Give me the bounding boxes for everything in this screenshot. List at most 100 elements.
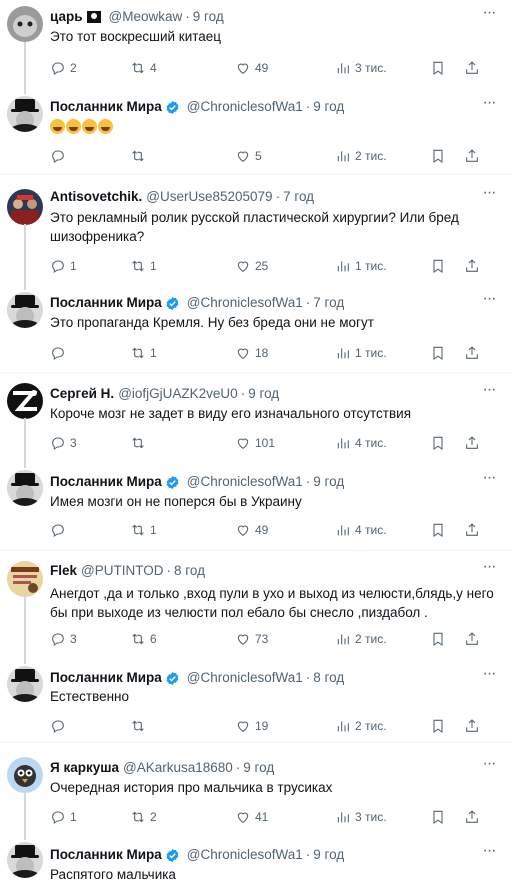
timestamp[interactable]: 7 год	[283, 188, 314, 206]
views-button[interactable]: 2 тис.	[335, 148, 430, 164]
reply-button[interactable]: 2	[50, 60, 120, 76]
avatar[interactable]	[7, 757, 43, 793]
avatar[interactable]	[7, 470, 43, 506]
tweet[interactable]: Посланник Мира @ChroniclesofWa1 · 8 год ··· Е…	[0, 596, 512, 742]
tweet[interactable]: Flek @PUTINTOD · 8 год ··· Анегдот ,да и толь…	[0, 550, 512, 661]
user-handle[interactable]: @ChroniclesofWa1	[187, 294, 303, 312]
user-handle[interactable]: @ChroniclesofWa1	[187, 98, 303, 116]
more-options-icon[interactable]: ···	[480, 470, 498, 490]
like-button[interactable]: 73	[235, 631, 335, 647]
like-button[interactable]: 101	[235, 435, 335, 451]
user-handle[interactable]: @ChroniclesofWa1	[187, 669, 303, 687]
timestamp[interactable]: 7 год	[313, 294, 344, 312]
avatar[interactable]	[7, 189, 43, 225]
display-name[interactable]: Посланник Мира	[50, 294, 162, 312]
display-name[interactable]: Я каркуша	[50, 759, 119, 777]
display-name[interactable]: Flek	[50, 562, 77, 580]
more-options-icon[interactable]: ···	[480, 843, 498, 863]
timestamp[interactable]: 9 год	[243, 759, 274, 777]
display-name[interactable]: царь	[50, 8, 83, 26]
share-button[interactable]	[464, 522, 484, 538]
views-button[interactable]: 4 тис.	[335, 435, 430, 451]
display-name[interactable]: Посланник Мира	[50, 473, 162, 491]
display-name[interactable]: Посланник Мира	[50, 98, 162, 116]
tweet[interactable]: Посланник Мира @ChroniclesofWa1 · 9 год ··· Р…	[0, 792, 512, 882]
share-button[interactable]	[464, 809, 484, 825]
bookmark-button[interactable]	[430, 148, 450, 164]
more-options-icon[interactable]: ···	[480, 5, 498, 25]
timestamp[interactable]: 9 год	[193, 8, 224, 26]
user-handle[interactable]: @Meowkaw	[109, 8, 183, 26]
bookmark-button[interactable]	[430, 718, 450, 734]
retweet-button[interactable]	[120, 435, 235, 451]
display-name[interactable]: Посланник Мира	[50, 669, 162, 687]
share-button[interactable]	[464, 345, 484, 361]
reply-button[interactable]: 1	[50, 258, 120, 274]
bookmark-button[interactable]	[430, 258, 450, 274]
retweet-button[interactable]	[120, 148, 235, 164]
views-button[interactable]: 3 тис.	[335, 809, 430, 825]
tweet[interactable]: Сергей Н. @iofjGjUAZK2veU0 · 9 год ··· Короче…	[0, 372, 512, 463]
reply-button[interactable]	[50, 522, 120, 538]
user-handle[interactable]: @PUTINTOD	[81, 562, 163, 580]
avatar[interactable]	[7, 292, 43, 328]
like-button[interactable]: 41	[235, 809, 335, 825]
display-name[interactable]: Antisovetchik.	[50, 188, 142, 206]
avatar[interactable]	[7, 96, 43, 132]
bookmark-button[interactable]	[430, 60, 450, 76]
share-button[interactable]	[464, 631, 484, 647]
user-handle[interactable]: @ChroniclesofWa1	[187, 473, 303, 491]
user-handle[interactable]: @AKarkusa18680	[123, 759, 233, 777]
like-button[interactable]: 49	[235, 522, 335, 538]
views-button[interactable]: 4 тис.	[335, 522, 430, 538]
retweet-button[interactable]: 1	[120, 345, 235, 361]
views-button[interactable]: 2 тис.	[335, 631, 430, 647]
more-options-icon[interactable]: ···	[480, 291, 498, 311]
tweet[interactable]: Antisovetchik. @UserUse85205079 · 7 год ··· Э…	[0, 174, 512, 283]
retweet-button[interactable]: 1	[120, 522, 235, 538]
retweet-button[interactable]: 2	[120, 809, 235, 825]
more-options-icon[interactable]: ···	[480, 382, 498, 402]
share-button[interactable]	[464, 435, 484, 451]
reply-button[interactable]: 3	[50, 631, 120, 647]
tweet[interactable]: Посланник Мира @ChroniclesofWa1 · 9 год ··· И…	[0, 418, 512, 550]
like-button[interactable]: 49	[235, 60, 335, 76]
user-handle[interactable]: @ChroniclesofWa1	[187, 846, 303, 864]
share-button[interactable]	[464, 148, 484, 164]
tweet[interactable]: Посланник Мира @ChroniclesofWa1 · 9 год ··· 5…	[0, 42, 512, 174]
reply-button[interactable]: 1	[50, 809, 120, 825]
share-button[interactable]	[464, 60, 484, 76]
retweet-button[interactable]: 1	[120, 258, 235, 274]
bookmark-button[interactable]	[430, 345, 450, 361]
avatar[interactable]	[7, 666, 43, 702]
bookmark-button[interactable]	[430, 809, 450, 825]
tweet[interactable]: царь @Meowkaw · 9 год ··· Это тот воскресший …	[0, 0, 512, 88]
retweet-button[interactable]: 6	[120, 631, 235, 647]
avatar[interactable]	[7, 561, 43, 597]
retweet-button[interactable]	[120, 718, 235, 734]
bookmark-button[interactable]	[430, 522, 450, 538]
views-button[interactable]: 2 тис.	[335, 718, 430, 734]
more-options-icon[interactable]: ···	[480, 185, 498, 205]
bookmark-button[interactable]	[430, 435, 450, 451]
like-button[interactable]: 25	[235, 258, 335, 274]
like-button[interactable]: 19	[235, 718, 335, 734]
share-button[interactable]	[464, 718, 484, 734]
timestamp[interactable]: 9 год	[313, 846, 344, 864]
timestamp[interactable]: 9 год	[248, 385, 279, 403]
timestamp[interactable]: 9 год	[313, 473, 344, 491]
reply-button[interactable]	[50, 345, 120, 361]
more-options-icon[interactable]: ···	[480, 559, 498, 579]
views-button[interactable]: 1 тис.	[335, 258, 430, 274]
more-options-icon[interactable]: ···	[480, 756, 498, 776]
timestamp[interactable]: 9 год	[313, 98, 344, 116]
avatar[interactable]	[7, 6, 43, 42]
retweet-button[interactable]: 4	[120, 60, 235, 76]
more-options-icon[interactable]: ···	[480, 95, 498, 115]
views-button[interactable]: 3 тис.	[335, 60, 430, 76]
display-name[interactable]: Сергей Н.	[50, 385, 114, 403]
timestamp[interactable]: 8 год	[174, 562, 205, 580]
bookmark-button[interactable]	[430, 631, 450, 647]
tweet[interactable]: Посланник Мира @ChroniclesofWa1 · 7 год ··· Э…	[0, 224, 512, 372]
user-handle[interactable]: @iofjGjUAZK2veU0	[118, 385, 238, 403]
